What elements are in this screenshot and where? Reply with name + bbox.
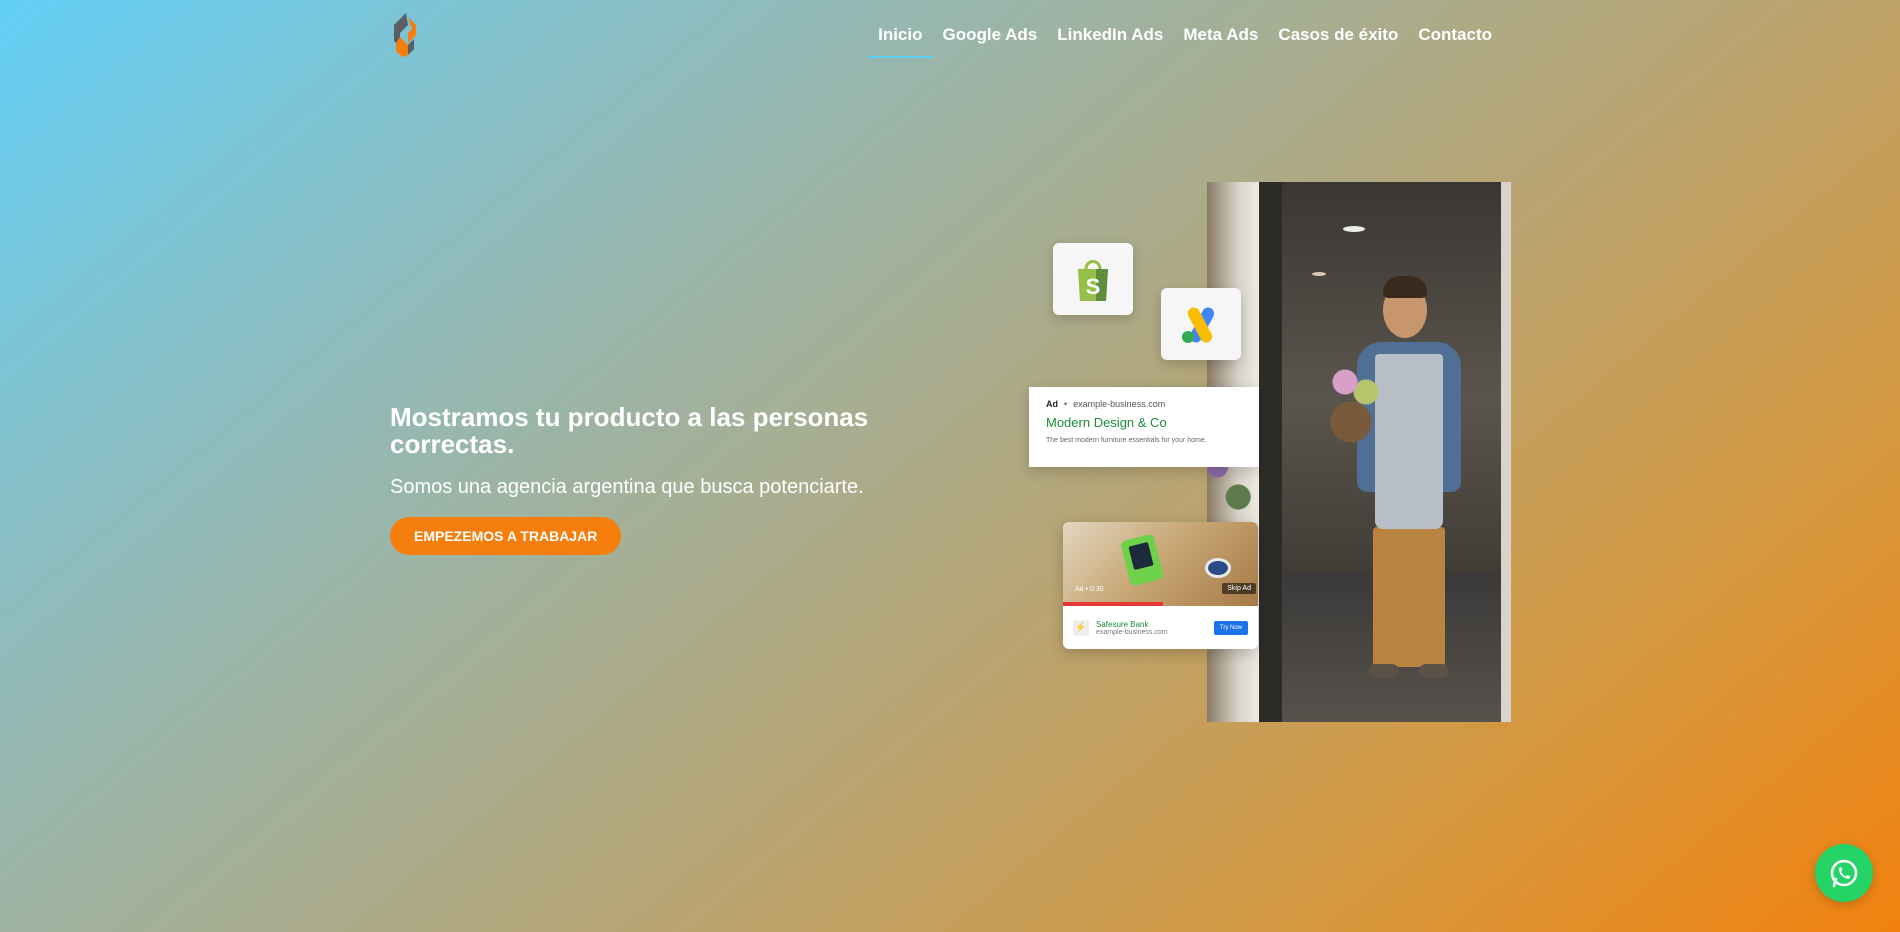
google-ads-icon xyxy=(1161,288,1241,360)
ad-url: example-business.com xyxy=(1073,399,1166,409)
search-ad-card: Ad • example-business.com Modern Design … xyxy=(1029,387,1259,467)
bank-logo-icon: ⚡ xyxy=(1073,619,1089,636)
shopify-icon: S xyxy=(1053,243,1133,315)
florist-person xyxy=(1327,276,1487,702)
hero-title: Mostramos tu producto a las personas cor… xyxy=(390,402,869,459)
skip-ad-button: Skip Ad xyxy=(1222,583,1256,594)
coffee-cup-image xyxy=(1205,558,1231,578)
nav-meta-ads[interactable]: Meta Ads xyxy=(1173,25,1268,58)
video-ad-name: Safesure Bank xyxy=(1096,619,1149,629)
flower-bouquet xyxy=(1327,352,1387,452)
whatsapp-icon[interactable] xyxy=(1815,844,1873,902)
nav-google-ads[interactable]: Google Ads xyxy=(933,25,1048,58)
nav-contacto[interactable]: Contacto xyxy=(1408,25,1502,58)
hero-subtitle: Somos una agencia argentina que busca po… xyxy=(390,476,864,498)
hero-section: Mostramos tu producto a las personas cor… xyxy=(390,404,910,555)
svg-text:S: S xyxy=(1086,274,1101,299)
ad-tag: Ad xyxy=(1046,399,1058,409)
nav-linkedin-ads[interactable]: LinkedIn Ads xyxy=(1047,25,1173,58)
video-time: Ad • 0:30 xyxy=(1075,586,1104,593)
video-ad-card: Ad • 0:30 Skip Ad ⚡ Safesure Bank exampl… xyxy=(1063,522,1258,649)
video-thumbnail: Ad • 0:30 Skip Ad xyxy=(1063,522,1258,606)
nav-casos-de-exito[interactable]: Casos de éxito xyxy=(1268,25,1408,58)
agency-logo-icon[interactable] xyxy=(390,11,418,59)
site-header: Inicio Google Ads LinkedIn Ads Meta Ads … xyxy=(0,0,1900,70)
nav-inicio[interactable]: Inicio xyxy=(868,25,933,58)
video-ad-url: example-business.com xyxy=(1096,628,1168,636)
ad-description: The best modern furniture essentials for… xyxy=(1046,437,1207,444)
cta-button[interactable]: EMPEZEMOS A TRABAJAR xyxy=(390,517,622,555)
main-nav: Inicio Google Ads LinkedIn Ads Meta Ads … xyxy=(868,25,1502,58)
ad-title: Modern Design & Co xyxy=(1046,415,1167,430)
try-now-button: Try Now xyxy=(1213,620,1248,635)
